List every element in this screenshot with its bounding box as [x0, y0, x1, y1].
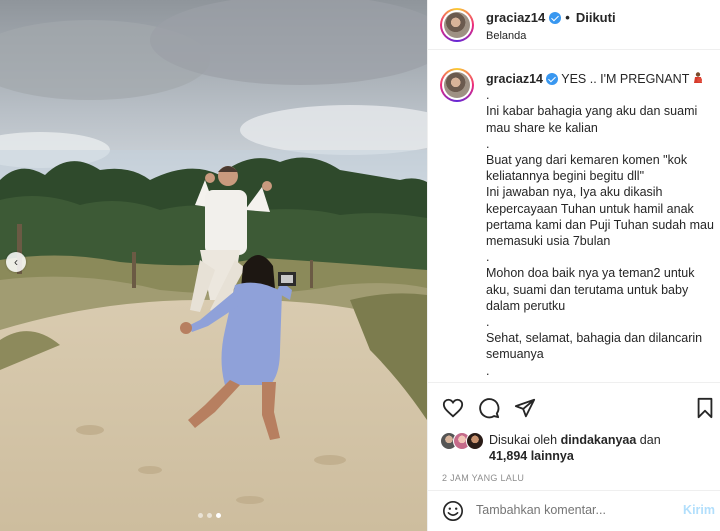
- caption-line: .: [486, 136, 490, 151]
- caption-line: Buat yang dari kemaren komen "kok keliat…: [486, 153, 688, 184]
- post-comment-button[interactable]: Kirim: [683, 503, 715, 517]
- liked-by-username[interactable]: dindakanyaa: [561, 433, 637, 447]
- share-icon[interactable]: [514, 397, 536, 419]
- caption-line: Ini jawaban nya, Iya aku dikasih keperca…: [486, 185, 714, 249]
- post-header: graciaz14 • Diikuti Belanda: [428, 0, 720, 50]
- carousel-dot: [216, 513, 221, 518]
- caption-title: YES .. I'M PREGNANT: [561, 72, 690, 86]
- likes-summary[interactable]: Disukai oleh dindakanyaa dan 41,894 lain…: [440, 432, 715, 468]
- caption-text: graciaz14 YES .. I'M PREGNANT . Ini kabar…: [486, 71, 714, 379]
- liker-avatars: [440, 432, 484, 450]
- verified-badge-icon: [545, 73, 558, 86]
- post-actions: [428, 382, 720, 432]
- caption-line: .: [486, 363, 490, 378]
- header-separator: •: [565, 10, 570, 25]
- caption-line: Sehat, selamat, bahagia dan dilancarin s…: [486, 331, 703, 362]
- post-detail-panel: graciaz14 • Diikuti Belanda graciaz14 YE…: [427, 0, 720, 531]
- caption-line: .: [486, 315, 490, 330]
- caption-username[interactable]: graciaz14: [486, 71, 558, 87]
- caption-body: . Ini kabar bahagia yang aku dan suami ma…: [486, 87, 714, 379]
- comment-bar: Kirim: [428, 490, 720, 531]
- liker-avatar: [466, 432, 484, 450]
- author-info: graciaz14 • Diikuti: [486, 10, 616, 25]
- heart-icon[interactable]: [442, 397, 464, 419]
- caption-line: Ini kabar bahagia yang aku dan suami mau…: [486, 104, 698, 135]
- caption-line: Mohon doa baik nya ya teman2 untuk aku, …: [486, 266, 695, 313]
- carousel-prev-button[interactable]: ‹: [6, 252, 26, 272]
- caption-author-avatar[interactable]: [440, 68, 474, 102]
- caption-username-text[interactable]: graciaz14: [486, 71, 543, 87]
- verified-badge-icon: [549, 11, 562, 24]
- emoji-smiley-icon[interactable]: [442, 500, 464, 522]
- post-timestamp[interactable]: 2 JAM YANG LALU: [442, 473, 524, 483]
- carousel-dots: [198, 513, 221, 518]
- caption-line: .: [486, 250, 490, 265]
- carousel-dot: [198, 513, 203, 518]
- likes-conjunction: dan: [639, 433, 661, 447]
- caption-section[interactable]: graciaz14 YES .. I'M PREGNANT . Ini kabar…: [428, 50, 720, 380]
- likes-others-count[interactable]: 41,894 lainnya: [489, 449, 574, 463]
- carousel-dot: [207, 513, 212, 518]
- comment-icon[interactable]: [478, 397, 500, 419]
- likes-text: Disukai oleh dindakanyaa dan 41,894 lain…: [489, 432, 661, 464]
- follow-status-button[interactable]: Diikuti: [576, 10, 616, 25]
- author-username[interactable]: graciaz14: [486, 10, 545, 25]
- pregnant-woman-emoji-icon: [693, 72, 702, 83]
- post-location[interactable]: Belanda: [486, 30, 526, 42]
- bookmark-icon[interactable]: [694, 397, 716, 419]
- author-avatar[interactable]: [440, 8, 474, 42]
- comment-input[interactable]: [476, 503, 656, 517]
- photo-image: [0, 0, 427, 531]
- post-photo[interactable]: ‹: [0, 0, 427, 531]
- likes-prefix: Disukai oleh: [489, 433, 558, 447]
- caption-line: .: [486, 88, 490, 103]
